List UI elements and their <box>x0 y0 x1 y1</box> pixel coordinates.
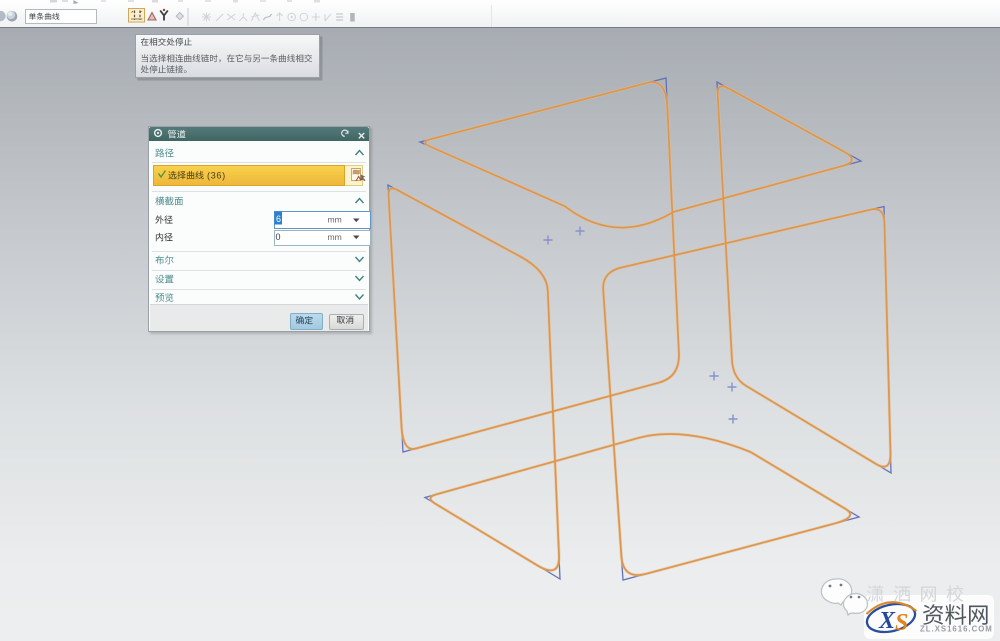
svg-text:mm: mm <box>328 215 342 225</box>
svg-text:mm: mm <box>328 232 342 242</box>
svg-text:(36): (36) <box>207 171 226 181</box>
svg-text:0: 0 <box>276 232 281 242</box>
svg-text:6: 6 <box>276 214 281 224</box>
